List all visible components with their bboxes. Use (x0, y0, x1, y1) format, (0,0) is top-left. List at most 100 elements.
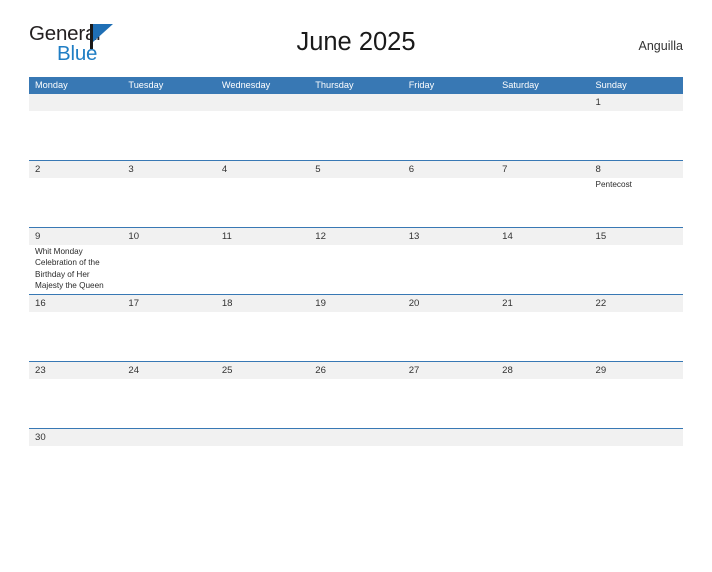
day-number: 17 (128, 298, 140, 309)
week-inner: 23 24 25 26 27 28 29 (29, 362, 683, 428)
day-number: 16 (35, 298, 46, 309)
day-cell-empty (590, 429, 683, 452)
day-number: 26 (315, 365, 326, 376)
day-cell[interactable]: 10 (122, 228, 215, 294)
day-cell[interactable]: 4 (216, 161, 309, 227)
day-number: 6 (408, 164, 415, 175)
day-cell-empty (216, 94, 309, 160)
event-label: Pentecost (595, 180, 632, 189)
day-cell-empty (122, 429, 215, 452)
day-number (128, 94, 211, 111)
day-cell[interactable]: 22 (590, 295, 683, 361)
calendar-week-row: 1 (29, 94, 683, 160)
week-inner: 9 Whit Monday Celebration of the Birthday … (29, 228, 683, 294)
day-cell[interactable]: 8 Pentecost (590, 161, 683, 227)
day-cell[interactable]: 15 (590, 228, 683, 294)
day-cell-empty (496, 94, 589, 160)
event-list: Whit Monday Celebration of the Birthday o… (35, 245, 118, 292)
day-cell[interactable]: 14 (496, 228, 589, 294)
day-cell-empty (496, 429, 589, 452)
day-cell-empty (403, 94, 496, 160)
day-number: 4 (221, 164, 228, 175)
day-cell[interactable]: 6 (403, 161, 496, 227)
day-number (596, 429, 679, 446)
calendar-week-row: 23 24 25 26 27 28 29 (29, 361, 683, 428)
day-number: 30 (35, 432, 46, 443)
day-number: 14 (502, 231, 513, 242)
day-header-friday: Friday (408, 80, 435, 90)
day-number (409, 94, 492, 111)
day-header-wednesday: Wednesday (221, 80, 271, 90)
calendar-page: General Blue June 2025 Anguilla Monday Tu… (0, 22, 712, 572)
day-cell[interactable]: 9 Whit Monday Celebration of the Birthday … (29, 228, 122, 294)
day-header-monday: Monday (35, 80, 68, 90)
day-number (502, 429, 585, 446)
calendar-week-row: 30 (29, 428, 683, 452)
day-number: 2 (35, 164, 41, 175)
day-cell-empty (29, 94, 122, 160)
day-number: 1 (595, 97, 601, 108)
calendar-week-row: 2 3 4 5 6 7 8 Pentecost (29, 160, 683, 227)
day-number (315, 94, 398, 111)
day-cell[interactable]: 3 (122, 161, 215, 227)
day-cell[interactable]: 11 (216, 228, 309, 294)
day-cell[interactable]: 1 (590, 94, 683, 160)
day-cell[interactable]: 29 (590, 362, 683, 428)
day-number: 18 (221, 298, 233, 309)
day-cell[interactable]: 17 (122, 295, 215, 361)
event-label: Celebration of the Birthday of Her Majes… (35, 258, 104, 291)
day-number: 7 (502, 164, 508, 175)
calendar-weeks: 1 2 3 4 5 6 7 8 Pentecost 9 Whit Monday Celebration… (29, 94, 683, 452)
day-cell[interactable]: 19 (309, 295, 402, 361)
day-cell[interactable]: 5 (309, 161, 402, 227)
day-cell[interactable]: 20 (403, 295, 496, 361)
day-cell-empty (216, 429, 309, 452)
day-cell-empty (122, 94, 215, 160)
day-number (315, 429, 398, 446)
day-cell[interactable]: 30 (29, 429, 122, 452)
day-number: 28 (502, 365, 513, 376)
day-cell[interactable]: 25 (216, 362, 309, 428)
day-cell-empty (309, 429, 402, 452)
day-cell[interactable]: 21 (496, 295, 589, 361)
day-cell[interactable]: 7 (496, 161, 589, 227)
day-number: 9 (35, 231, 41, 242)
day-cell[interactable]: 23 (29, 362, 122, 428)
day-number (409, 429, 492, 446)
day-cell[interactable]: 2 (29, 161, 122, 227)
day-cell[interactable]: 13 (403, 228, 496, 294)
day-number: 25 (221, 365, 233, 376)
day-header-thursday: Thursday (315, 80, 354, 90)
day-cell[interactable]: 12 (309, 228, 402, 294)
day-header-sunday: Sunday (595, 80, 627, 90)
week-inner: 1 (29, 94, 683, 160)
day-number (35, 94, 118, 111)
day-header-saturday: Saturday (502, 80, 539, 90)
day-number: 20 (408, 298, 420, 309)
day-number: 8 (595, 164, 601, 175)
day-number: 29 (595, 365, 607, 376)
day-cell[interactable]: 18 (216, 295, 309, 361)
day-cell[interactable]: 16 (29, 295, 122, 361)
day-number: 21 (502, 298, 513, 309)
day-cell-empty (309, 94, 402, 160)
country-label: Anguilla (638, 39, 683, 53)
day-cell[interactable]: 24 (122, 362, 215, 428)
day-number: 19 (315, 298, 326, 309)
week-inner: 16 17 18 19 20 21 22 (29, 295, 683, 361)
day-number: 13 (408, 231, 420, 242)
day-number: 10 (128, 231, 140, 242)
day-number (502, 94, 585, 111)
day-number: 23 (35, 365, 46, 376)
day-cell[interactable]: 26 (309, 362, 402, 428)
day-cell[interactable]: 27 (403, 362, 496, 428)
page-title: June 2025 (296, 28, 416, 56)
page-header: General Blue June 2025 Anguilla (29, 22, 683, 77)
day-number: 27 (408, 365, 420, 376)
calendar-week-row: 9 Whit Monday Celebration of the Birthday … (29, 227, 683, 294)
day-number (222, 429, 305, 446)
day-number (128, 429, 211, 446)
day-number: 22 (595, 298, 607, 309)
day-cell[interactable]: 28 (496, 362, 589, 428)
day-number: 5 (315, 164, 321, 175)
